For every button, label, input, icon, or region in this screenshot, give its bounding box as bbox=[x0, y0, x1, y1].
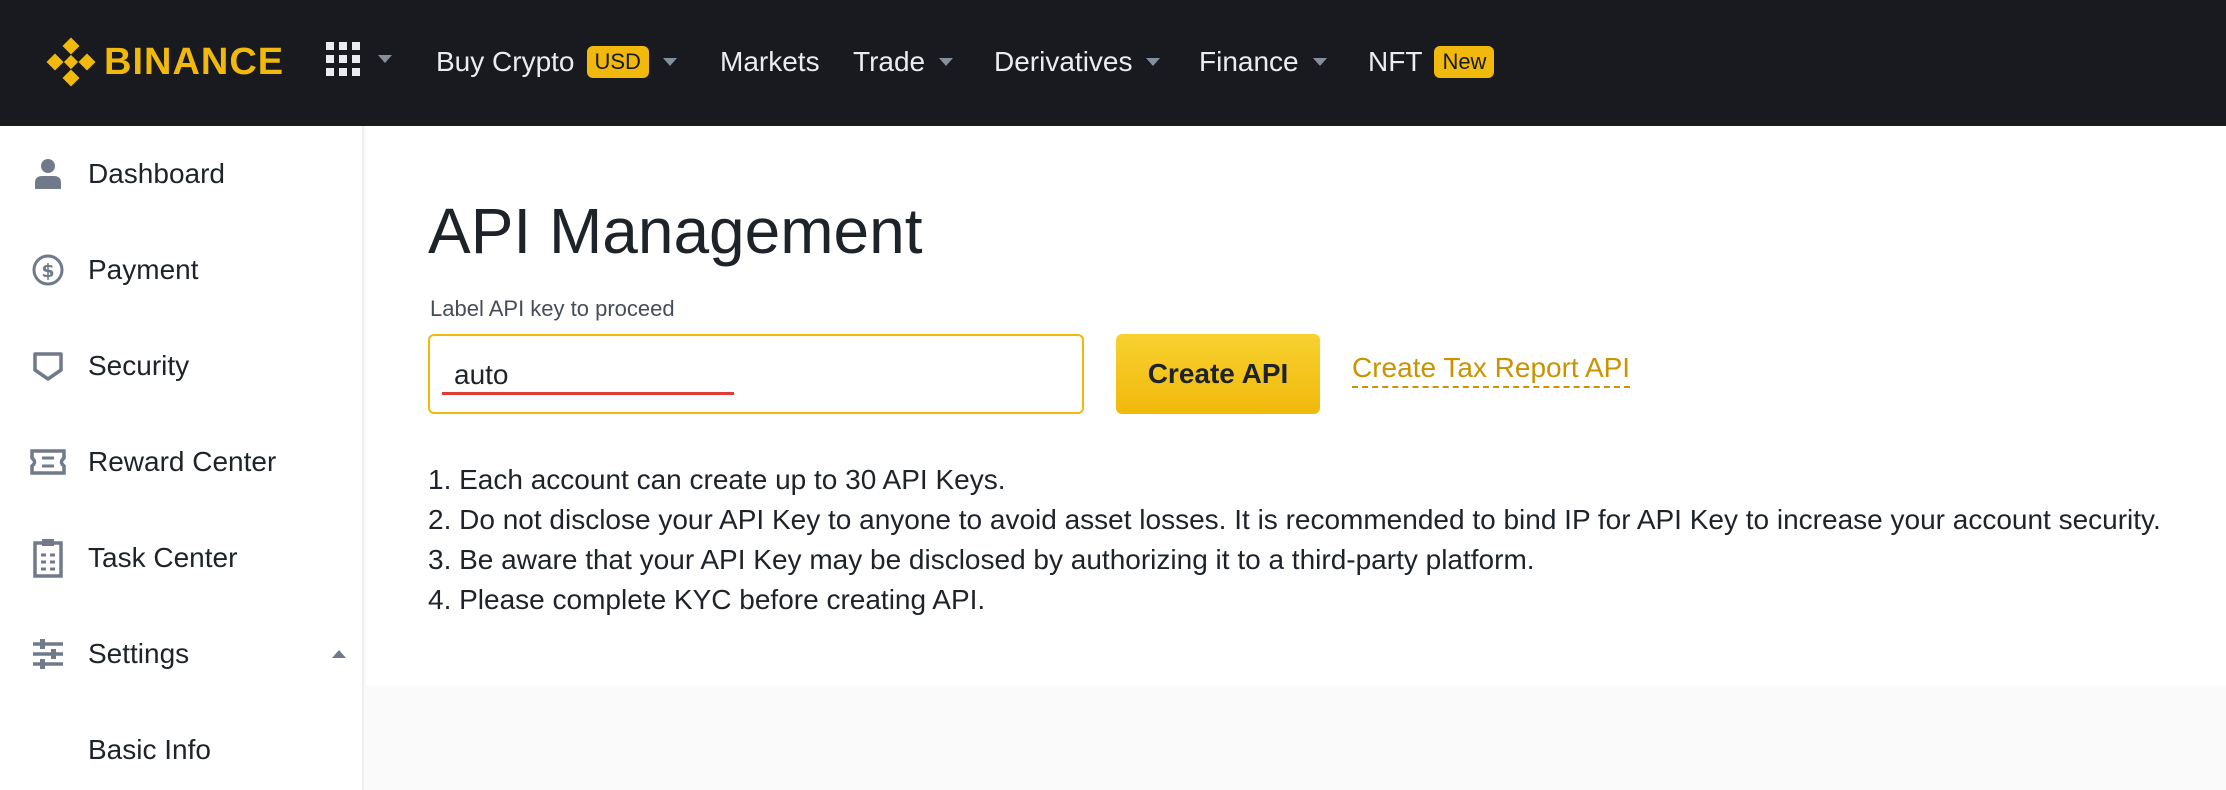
api-notes-list: 1. Each account can create up to 30 API … bbox=[428, 460, 2161, 620]
api-label-field[interactable] bbox=[428, 334, 1084, 414]
list-item: 1. Each account can create up to 30 API … bbox=[428, 464, 1006, 495]
user-icon bbox=[30, 156, 66, 192]
list-item: 4. Please complete KYC before creating A… bbox=[428, 584, 986, 615]
list-item: 2. Do not disclose your API Key to anyon… bbox=[428, 504, 2161, 535]
sidebar-item-label: Dashboard bbox=[88, 158, 225, 189]
nav-trade-label: Trade bbox=[853, 46, 926, 77]
brand-name: BINANCE bbox=[104, 40, 285, 83]
sidebar-item-label: Payment bbox=[88, 254, 199, 285]
sidebar-item-dashboard[interactable]: Dashboard bbox=[0, 144, 362, 204]
api-label-input[interactable] bbox=[454, 354, 1054, 396]
nav-finance[interactable]: Finance bbox=[1199, 40, 1327, 84]
sidebar-item-settings[interactable]: Settings bbox=[0, 624, 362, 684]
create-tax-report-api-link[interactable]: Create Tax Report API bbox=[1352, 352, 1631, 388]
clipboard-icon bbox=[30, 539, 66, 578]
sidebar-item-label: Task Center bbox=[88, 542, 238, 573]
api-label-caption: Label API key to proceed bbox=[430, 296, 675, 321]
sliders-icon bbox=[30, 636, 66, 672]
chevron-down-icon bbox=[1146, 58, 1161, 66]
chevron-down-icon bbox=[939, 58, 954, 66]
main-content: API Management Label API key to proceed … bbox=[366, 126, 2226, 686]
sidebar-item-label: Security bbox=[88, 350, 190, 381]
dollar-circle-icon: $ bbox=[30, 252, 66, 288]
sidebar-item-reward-center[interactable]: Reward Center bbox=[0, 432, 362, 492]
spellcheck-underline bbox=[442, 392, 734, 395]
sidebar-item-label: Basic Info bbox=[88, 734, 211, 765]
nav-derivatives[interactable]: Derivatives bbox=[994, 40, 1161, 84]
new-badge: New bbox=[1434, 46, 1495, 78]
nav-nft[interactable]: NFT New bbox=[1368, 40, 1495, 84]
nav-buy-crypto-label: Buy Crypto bbox=[436, 46, 575, 77]
nav-trade[interactable]: Trade bbox=[853, 40, 954, 84]
apps-menu-button[interactable] bbox=[326, 42, 392, 76]
chevron-down-icon bbox=[662, 58, 677, 66]
svg-text:$: $ bbox=[41, 260, 54, 282]
chevron-up-icon bbox=[332, 650, 346, 658]
nav-derivatives-label: Derivatives bbox=[994, 46, 1133, 77]
sidebar-item-payment[interactable]: $ Payment bbox=[0, 240, 362, 300]
ticket-icon bbox=[30, 444, 66, 480]
nav-nft-label: NFT bbox=[1368, 46, 1423, 77]
sidebar-item-label: Settings bbox=[88, 638, 190, 669]
list-item: 3. Be aware that your API Key may be dis… bbox=[428, 544, 1535, 575]
nav-markets-label: Markets bbox=[720, 46, 820, 77]
top-navigation: BINANCE Buy Crypto USD Markets Trade Der… bbox=[0, 0, 2226, 126]
binance-diamond-icon bbox=[46, 37, 96, 87]
shield-icon bbox=[30, 348, 66, 384]
page-title: API Management bbox=[428, 195, 923, 267]
currency-badge: USD bbox=[586, 46, 649, 78]
create-api-button[interactable]: Create API bbox=[1116, 334, 1320, 414]
sidebar-item-security[interactable]: Security bbox=[0, 336, 362, 396]
nav-buy-crypto[interactable]: Buy Crypto USD bbox=[436, 40, 677, 84]
sidebar: Dashboard $ Payment Security Reward Cent… bbox=[0, 126, 364, 790]
sidebar-item-label: Reward Center bbox=[88, 446, 277, 477]
sidebar-item-task-center[interactable]: Task Center bbox=[0, 528, 362, 588]
sidebar-item-basic-info[interactable]: Basic Info bbox=[0, 720, 362, 780]
nav-markets[interactable]: Markets bbox=[720, 40, 820, 84]
grid-icon bbox=[326, 42, 360, 76]
nav-finance-label: Finance bbox=[1199, 46, 1299, 77]
chevron-down-icon bbox=[378, 55, 392, 63]
chevron-down-icon bbox=[1312, 58, 1327, 66]
binance-logo[interactable]: BINANCE bbox=[46, 36, 284, 88]
